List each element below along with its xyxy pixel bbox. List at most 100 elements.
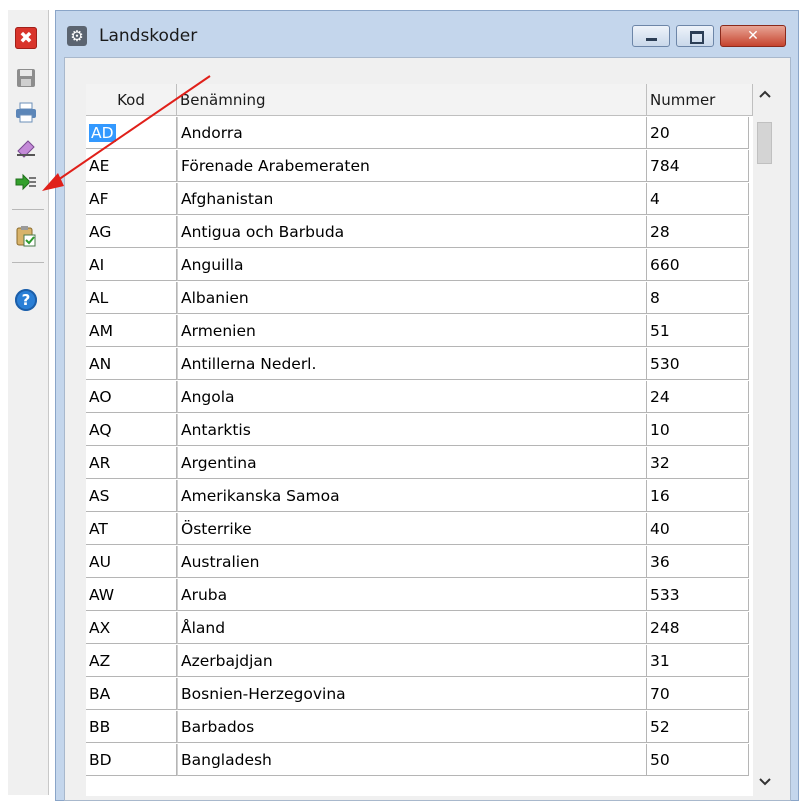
cell-kod[interactable]: AQ xyxy=(86,414,177,446)
column-header-benamning[interactable]: Benämning xyxy=(177,84,647,116)
save-button[interactable] xyxy=(12,64,40,92)
close-button[interactable]: ✖ xyxy=(12,24,40,52)
table-row[interactable]: AZ Azerbajdjan 31 xyxy=(86,645,753,678)
cell-nummer[interactable]: 24 xyxy=(647,381,749,413)
table-row[interactable]: AE Förenade Arabemeraten 784 xyxy=(86,150,753,183)
import-button[interactable] xyxy=(12,168,40,196)
cell-nummer[interactable]: 50 xyxy=(647,744,749,776)
column-header-kod[interactable]: Kod xyxy=(86,84,177,116)
cell-kod[interactable]: AR xyxy=(86,447,177,479)
cell-kod[interactable]: AU xyxy=(86,546,177,578)
cell-benamning[interactable]: Azerbajdjan xyxy=(177,645,647,677)
cell-benamning[interactable]: Åland xyxy=(177,612,647,644)
scroll-thumb[interactable] xyxy=(757,122,772,164)
table-row[interactable]: AU Australien 36 xyxy=(86,546,753,579)
cell-nummer[interactable]: 533 xyxy=(647,579,749,611)
paste-button[interactable] xyxy=(12,222,40,250)
cell-kod[interactable]: BD xyxy=(86,744,177,776)
cell-kod[interactable]: AX xyxy=(86,612,177,644)
cell-nummer[interactable]: 248 xyxy=(647,612,749,644)
table-row[interactable]: AF Afghanistan 4 xyxy=(86,183,753,216)
save-disk-icon xyxy=(17,69,35,87)
table-row[interactable]: AQ Antarktis 10 xyxy=(86,414,753,447)
table-row[interactable]: AI Anguilla 660 xyxy=(86,249,753,282)
cell-kod[interactable]: AN xyxy=(86,348,177,380)
table-row[interactable]: AO Angola 24 xyxy=(86,381,753,414)
scroll-down-icon[interactable] xyxy=(754,772,775,796)
cell-kod[interactable]: AE xyxy=(86,150,177,182)
cell-benamning[interactable]: Anguilla xyxy=(177,249,647,281)
cell-benamning[interactable]: Australien xyxy=(177,546,647,578)
table-row[interactable]: AS Amerikanska Samoa 16 xyxy=(86,480,753,513)
vertical-scrollbar[interactable] xyxy=(754,84,775,796)
cell-kod[interactable]: AT xyxy=(86,513,177,545)
cell-kod[interactable]: AG xyxy=(86,216,177,248)
table-row[interactable]: AD Andorra 20 xyxy=(86,117,753,150)
cell-nummer[interactable]: 4 xyxy=(647,183,749,215)
cell-nummer[interactable]: 40 xyxy=(647,513,749,545)
cell-benamning[interactable]: Antillerna Nederl. xyxy=(177,348,647,380)
table-row[interactable]: AL Albanien 8 xyxy=(86,282,753,315)
table-row[interactable]: AX Åland 248 xyxy=(86,612,753,645)
cell-kod[interactable]: AW xyxy=(86,579,177,611)
cell-benamning[interactable]: Andorra xyxy=(177,117,647,149)
cell-benamning[interactable]: Antarktis xyxy=(177,414,647,446)
cell-kod[interactable]: BB xyxy=(86,711,177,743)
table-row[interactable]: BD Bangladesh 50 xyxy=(86,744,753,777)
cell-kod[interactable]: AS xyxy=(86,480,177,512)
cell-benamning[interactable]: Albanien xyxy=(177,282,647,314)
cell-benamning[interactable]: Förenade Arabemeraten xyxy=(177,150,647,182)
table-row[interactable]: AT Österrike 40 xyxy=(86,513,753,546)
table-row[interactable]: BA Bosnien-Herzegovina 70 xyxy=(86,678,753,711)
cell-kod[interactable]: AI xyxy=(86,249,177,281)
cell-kod[interactable]: AZ xyxy=(86,645,177,677)
table-row[interactable]: AW Aruba 533 xyxy=(86,579,753,612)
cell-kod[interactable]: AM xyxy=(86,315,177,347)
table-row[interactable]: AR Argentina 32 xyxy=(86,447,753,480)
cell-nummer[interactable]: 20 xyxy=(647,117,749,149)
cell-benamning[interactable]: Aruba xyxy=(177,579,647,611)
cell-nummer[interactable]: 530 xyxy=(647,348,749,380)
help-button[interactable]: ? xyxy=(12,286,40,314)
cell-nummer[interactable]: 31 xyxy=(647,645,749,677)
cell-kod[interactable]: BA xyxy=(86,678,177,710)
cell-kod[interactable]: AL xyxy=(86,282,177,314)
minimize-button[interactable] xyxy=(632,25,670,47)
cell-benamning[interactable]: Angola xyxy=(177,381,647,413)
cell-benamning[interactable]: Armenien xyxy=(177,315,647,347)
cell-benamning[interactable]: Bangladesh xyxy=(177,744,647,776)
cell-nummer[interactable]: 32 xyxy=(647,447,749,479)
table-row[interactable]: AG Antigua och Barbuda 28 xyxy=(86,216,753,249)
cell-nummer[interactable]: 51 xyxy=(647,315,749,347)
table-row[interactable]: BB Barbados 52 xyxy=(86,711,753,744)
cell-nummer[interactable]: 52 xyxy=(647,711,749,743)
table-row[interactable]: AN Antillerna Nederl. 530 xyxy=(86,348,753,381)
cell-kod[interactable]: AF xyxy=(86,183,177,215)
print-button[interactable] xyxy=(12,98,40,126)
table-row[interactable]: AM Armenien 51 xyxy=(86,315,753,348)
cell-benamning[interactable]: Antigua och Barbuda xyxy=(177,216,647,248)
cell-benamning[interactable]: Österrike xyxy=(177,513,647,545)
cell-nummer[interactable]: 10 xyxy=(647,414,749,446)
cell-nummer[interactable]: 16 xyxy=(647,480,749,512)
column-header-nummer[interactable]: Nummer xyxy=(647,84,753,116)
cell-nummer[interactable]: 660 xyxy=(647,249,749,281)
cell-kod[interactable]: AO xyxy=(86,381,177,413)
cell-benamning[interactable]: Barbados xyxy=(177,711,647,743)
cell-benamning[interactable]: Afghanistan xyxy=(177,183,647,215)
close-x-icon: ✕ xyxy=(747,28,759,44)
cell-benamning[interactable]: Bosnien-Herzegovina xyxy=(177,678,647,710)
cell-nummer[interactable]: 8 xyxy=(647,282,749,314)
window-close-button[interactable]: ✕ xyxy=(720,25,786,47)
cell-nummer[interactable]: 70 xyxy=(647,678,749,710)
maximize-button[interactable] xyxy=(676,25,714,47)
cell-benamning[interactable]: Argentina xyxy=(177,447,647,479)
cell-benamning[interactable]: Amerikanska Samoa xyxy=(177,480,647,512)
cell-nummer[interactable]: 28 xyxy=(647,216,749,248)
erase-button[interactable] xyxy=(12,134,40,162)
cell-kod[interactable]: AD xyxy=(86,117,177,149)
cell-nummer[interactable]: 784 xyxy=(647,150,749,182)
cell-nummer[interactable]: 36 xyxy=(647,546,749,578)
scroll-up-icon[interactable] xyxy=(754,84,775,108)
title-bar[interactable]: ⚙ Landskoder ✕ xyxy=(56,11,798,55)
